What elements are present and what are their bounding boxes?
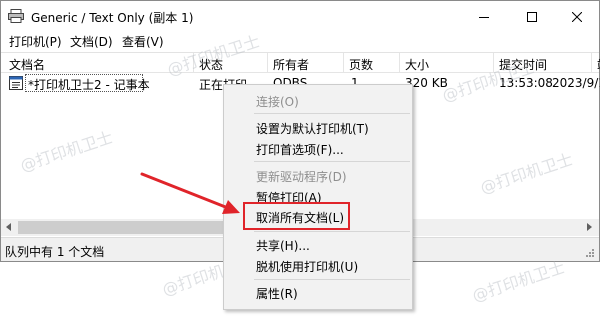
annotation-arrow-icon [140, 172, 240, 214]
